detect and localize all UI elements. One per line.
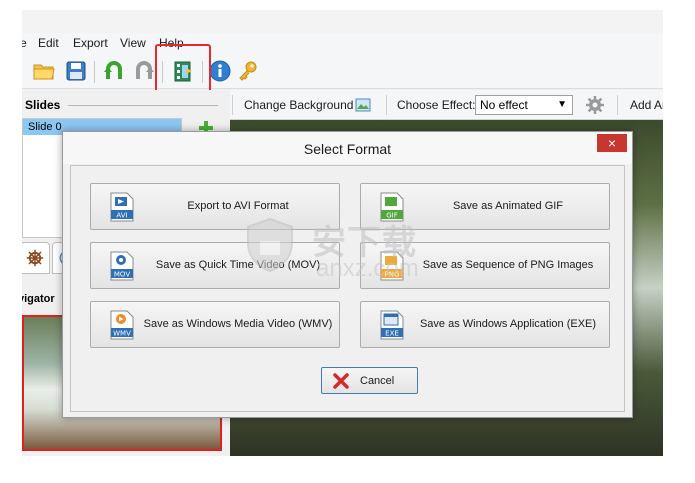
shield-watermark-icon xyxy=(247,217,293,273)
header-separator xyxy=(617,95,618,115)
chevron-down-icon: ▼ xyxy=(557,99,567,110)
gear-icon[interactable] xyxy=(585,95,605,115)
save-exe-label: Save as Windows Application (EXE) xyxy=(419,318,597,330)
open-folder-icon[interactable] xyxy=(32,59,56,83)
key-icon[interactable] xyxy=(236,59,260,83)
menu-edit[interactable]: Edit xyxy=(38,36,59,50)
wmv-badge: WMV xyxy=(113,330,131,338)
ship-wheel-icon xyxy=(26,249,44,267)
add-animation-button[interactable]: Add An xyxy=(630,98,663,112)
navigator-label: vigator xyxy=(22,293,55,305)
wmv-file-icon: WMV xyxy=(110,310,134,340)
cancel-button[interactable]: Cancel xyxy=(321,367,418,394)
avi-file-icon: AVI xyxy=(110,192,134,222)
slides-title: Slides xyxy=(25,98,61,112)
header-separator xyxy=(386,95,387,115)
close-button[interactable]: × xyxy=(597,134,627,152)
cancel-x-icon xyxy=(333,373,349,389)
choose-effect-label: Choose Effect: xyxy=(397,98,476,112)
save-gif-label: Save as Animated GIF xyxy=(452,200,564,212)
dialog-titlebar: Select Format × xyxy=(63,132,632,164)
redo-icon[interactable] xyxy=(132,59,156,83)
info-icon[interactable] xyxy=(208,59,232,83)
title-strip xyxy=(22,10,663,33)
tab-navigator[interactable] xyxy=(22,242,50,274)
slides-divider xyxy=(68,105,218,106)
menu-bar: e Edit Export View Help xyxy=(22,33,663,53)
effect-header: Change Background Choose Effect: No effe… xyxy=(230,90,663,120)
highlight-box xyxy=(155,44,211,96)
save-wmv-label: Save as Windows Media Video (WMV) xyxy=(143,318,333,330)
background-picture-icon[interactable] xyxy=(354,96,372,114)
effect-select[interactable]: No effect ▼ xyxy=(475,95,573,115)
mov-file-icon: MOV xyxy=(110,251,134,281)
watermark: 安下载 anxz.com xyxy=(240,215,450,295)
menu-export[interactable]: Export xyxy=(73,36,108,50)
menu-file-fragment[interactable]: e xyxy=(22,36,27,50)
watermark-url: anxz.com xyxy=(316,255,419,282)
toolbar-separator xyxy=(94,61,95,83)
exe-badge: EXE xyxy=(385,330,399,338)
export-avi-label: Export to AVI Format xyxy=(187,200,289,212)
dialog-title: Select Format xyxy=(303,141,392,157)
save-icon[interactable] xyxy=(64,59,88,83)
close-icon: × xyxy=(607,135,617,151)
mov-badge: MOV xyxy=(114,271,130,279)
toolbar xyxy=(22,53,663,89)
save-exe-button[interactable]: EXE Save as Windows Application (EXE) xyxy=(360,301,610,348)
undo-icon[interactable] xyxy=(102,59,126,83)
change-background-button[interactable]: Change Background xyxy=(244,98,353,112)
effect-select-value: No effect xyxy=(480,98,528,112)
save-wmv-button[interactable]: WMV Save as Windows Media Video (WMV) xyxy=(90,301,340,348)
exe-file-icon: EXE xyxy=(380,310,404,340)
cancel-label: Cancel xyxy=(360,375,395,387)
header-separator xyxy=(232,95,233,115)
menu-view[interactable]: View xyxy=(120,36,146,50)
avi-badge: AVI xyxy=(116,212,127,220)
